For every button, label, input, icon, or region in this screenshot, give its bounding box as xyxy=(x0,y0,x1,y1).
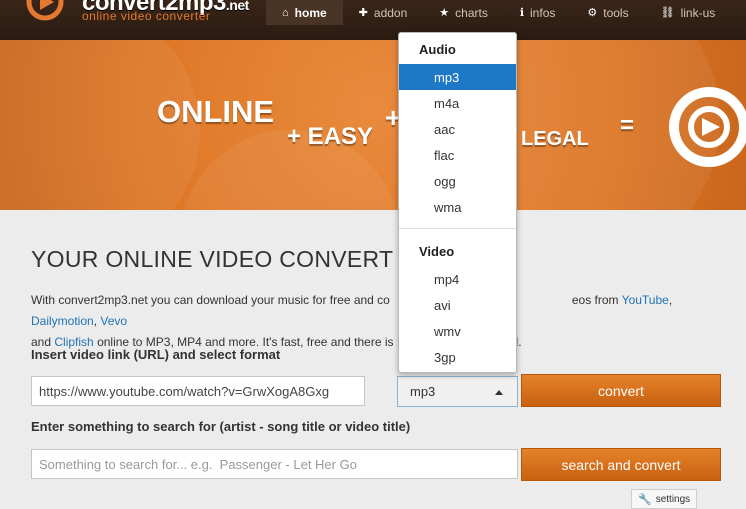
group-separator xyxy=(399,228,516,229)
option-m4a[interactable]: m4a xyxy=(399,90,516,116)
option-mp4[interactable]: mp4 xyxy=(399,266,516,292)
search-input[interactable] xyxy=(31,449,518,479)
main-nav: ⌂ home ✚ addon ★ charts ℹ infos ⚙ tools … xyxy=(266,0,731,25)
link-vevo[interactable]: Vevo xyxy=(100,314,127,328)
banner-word-online: ONLINE xyxy=(157,94,275,129)
search-and-convert-button[interactable]: search and convert xyxy=(521,448,721,481)
option-wmv[interactable]: wmv xyxy=(399,318,516,344)
nav-tools[interactable]: ⚙ tools xyxy=(571,0,644,25)
format-select[interactable]: mp3 xyxy=(397,376,518,407)
top-navigation-bar: convert2mp3.net online video converter ⌂… xyxy=(0,0,746,40)
nav-link-us[interactable]: ⛓ link-us xyxy=(645,0,732,25)
settings-button[interactable]: 🔧 settings xyxy=(631,489,697,509)
group-label-audio: Audio xyxy=(419,42,456,57)
option-aac[interactable]: aac xyxy=(399,116,516,142)
logo-subtitle: online video converter xyxy=(82,9,211,23)
tools-icon: ⚙ xyxy=(587,7,598,19)
intro-paragraph: With convert2mp3.net you can download yo… xyxy=(31,293,673,349)
link-dailymotion[interactable]: Dailymotion xyxy=(31,314,94,328)
link-icon: ⛓ xyxy=(660,7,675,19)
nav-infos[interactable]: ℹ infos xyxy=(504,0,572,25)
search-label: Enter something to search for (artist - … xyxy=(31,419,411,434)
banner-equals: = xyxy=(620,112,635,139)
option-ogg[interactable]: ogg xyxy=(399,168,516,194)
main-content: YOUR ONLINE VIDEO CONVERT With convert2m… xyxy=(0,210,746,509)
banner-word-legal: LEGAL xyxy=(521,128,589,150)
option-wma[interactable]: wma xyxy=(399,194,516,220)
url-label: Insert video link (URL) and select forma… xyxy=(31,347,281,362)
nav-home[interactable]: ⌂ home xyxy=(266,0,343,25)
convert-button[interactable]: convert xyxy=(521,374,721,407)
video-url-input[interactable] xyxy=(31,376,365,406)
info-icon: ℹ xyxy=(519,7,525,19)
link-youtube[interactable]: YouTube xyxy=(622,293,669,307)
home-icon: ⌂ xyxy=(282,6,289,19)
format-dropdown-list: Audio mp3 m4a aac flac ogg wma Video mp4… xyxy=(398,32,517,373)
site-logo[interactable]: convert2mp3.net online video converter xyxy=(20,0,260,40)
group-label-video: Video xyxy=(419,244,455,259)
page-title: YOUR ONLINE VIDEO CONVERT xyxy=(31,246,394,272)
nav-charts[interactable]: ★ charts xyxy=(423,0,504,25)
puzzle-icon: ✚ xyxy=(358,7,368,19)
caret-up-icon xyxy=(495,390,503,395)
nav-addon[interactable]: ✚ addon xyxy=(343,0,424,25)
logo-play-icon xyxy=(26,0,64,21)
option-flac[interactable]: flac xyxy=(399,142,516,168)
star-icon: ★ xyxy=(439,7,450,19)
option-3gp[interactable]: 3gp xyxy=(399,344,516,370)
wrench-icon: 🔧 xyxy=(638,493,652,506)
option-mp3[interactable]: mp3 xyxy=(399,64,516,90)
hero-banner: ONLINE + EASY + LEGAL = xyxy=(0,40,746,210)
option-avi[interactable]: avi xyxy=(399,292,516,318)
banner-play-logo-icon xyxy=(669,87,746,167)
banner-word-easy: + EASY xyxy=(287,123,374,150)
